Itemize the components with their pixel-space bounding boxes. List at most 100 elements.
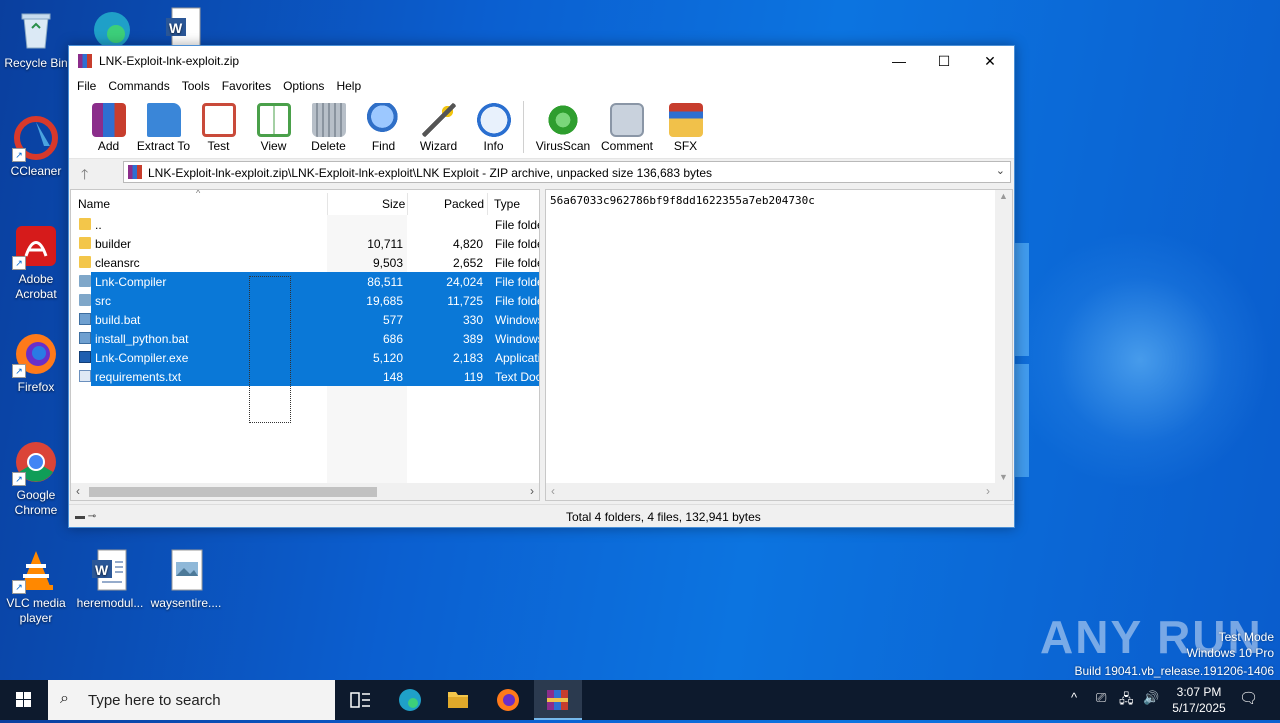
desktop-icon-word-document[interactable]: W heremodul...	[74, 548, 146, 611]
folder-icon	[79, 275, 91, 287]
volume-icon[interactable]: 🔊	[1143, 690, 1159, 706]
up-arrow-icon[interactable]: 🡑	[81, 164, 88, 188]
scroll-left-icon[interactable]: ‹	[76, 484, 80, 498]
menu-file[interactable]: File	[77, 76, 104, 96]
scroll-left-icon[interactable]: ‹	[551, 484, 555, 498]
svg-text:W: W	[95, 562, 109, 578]
file-row-src[interactable]: src 19,685 11,725 File folder	[71, 291, 539, 310]
desktop-icon-firefox[interactable]: ↗ Firefox	[0, 332, 72, 395]
taskbar-winrar[interactable]	[534, 680, 582, 720]
toolbar-separator	[523, 101, 524, 153]
column-separator	[327, 193, 328, 215]
adobe-acrobat-icon: ↗	[12, 224, 58, 270]
winrar-window: LNK-Exploit-lnk-exploit.zip — ☐ ✕ File C…	[68, 45, 1015, 528]
file-list[interactable]: Name ^ Size Packed Type .. File folder b…	[70, 189, 540, 501]
file-row-install-python-bat[interactable]: install_python.bat 686 389 Windows Batch…	[71, 329, 539, 348]
column-header-type[interactable]: Type	[494, 197, 520, 211]
folder-icon	[79, 256, 91, 268]
batch-file-icon	[79, 313, 91, 325]
menu-options[interactable]: Options	[283, 76, 332, 96]
find-magnifier-icon	[366, 103, 401, 137]
comment-vertical-scrollbar[interactable]: ▲ ▼	[995, 190, 1012, 483]
menu-commands[interactable]: Commands	[108, 76, 177, 96]
info-button[interactable]: Info	[466, 96, 521, 158]
file-row-parent[interactable]: .. File folder	[71, 215, 539, 234]
delete-button[interactable]: Delete	[301, 96, 356, 158]
virusscan-bug-icon	[546, 103, 580, 137]
toolbar-label: Wizard	[419, 139, 458, 153]
test-button[interactable]: Test	[191, 96, 246, 158]
comment-button[interactable]: Comment	[596, 96, 658, 158]
toolbar-label: VirusScan	[535, 139, 591, 153]
menu-help[interactable]: Help	[336, 76, 369, 96]
desktop-icon-image-file[interactable]: waysentire....	[150, 548, 222, 611]
archive-comment-text: 56a67033c962786bf9f8dd1622355a7eb204730c	[550, 194, 815, 207]
menu-favorites[interactable]: Favorites	[222, 76, 279, 96]
scroll-down-icon[interactable]: ▼	[999, 472, 1008, 482]
desktop-icon-label: Firefox	[17, 380, 55, 394]
desktop-icon-ccleaner[interactable]: ↗ CCleaner	[0, 116, 72, 179]
file-row-builder[interactable]: builder 10,711 4,820 File folder	[71, 234, 539, 253]
meet-now-icon[interactable]: ⎚	[1096, 690, 1106, 706]
add-button[interactable]: Add	[81, 96, 136, 158]
desktop-icon-google-chrome[interactable]: ↗ Google Chrome	[0, 440, 72, 518]
taskbar-edge[interactable]	[386, 680, 434, 720]
sfx-box-icon	[668, 103, 703, 137]
wizard-button[interactable]: Wizard	[411, 96, 466, 158]
column-header-size[interactable]: Size	[382, 197, 405, 211]
file-name: ..	[95, 218, 102, 232]
task-view-button[interactable]	[336, 680, 384, 720]
taskbar-file-explorer[interactable]	[434, 680, 482, 720]
close-button[interactable]: ✕	[967, 46, 1013, 76]
file-row-lnk-compiler[interactable]: Lnk-Compiler 86,511 24,024 File folder	[71, 272, 539, 291]
file-packed: 2,183	[452, 351, 483, 365]
scroll-right-icon[interactable]: ›	[530, 484, 534, 498]
file-row-build-bat[interactable]: build.bat 577 330 Windows Batch File	[71, 310, 539, 329]
comment-horizontal-scrollbar[interactable]: ‹ ›	[546, 483, 1012, 500]
file-packed: 11,725	[447, 294, 483, 308]
file-list-horizontal-scrollbar[interactable]: ‹ ›	[71, 483, 539, 500]
system-clock[interactable]: 3:07 PM 5/17/2025	[1160, 684, 1238, 716]
extract-to-button[interactable]: Extract To	[136, 96, 191, 158]
column-header-name[interactable]: Name	[78, 197, 110, 211]
file-row-requirements-txt[interactable]: requirements.txt 148 119 Text Document	[71, 367, 539, 386]
minimize-button[interactable]: —	[876, 46, 922, 76]
chevron-down-icon[interactable]: ⌄	[996, 164, 1005, 177]
file-name: src	[95, 294, 111, 308]
scroll-right-icon[interactable]: ›	[986, 484, 990, 498]
file-packed: 330	[462, 313, 483, 327]
scrollbar-thumb[interactable]	[89, 487, 377, 497]
title-bar[interactable]: LNK-Exploit-lnk-exploit.zip — ☐ ✕	[69, 46, 1014, 76]
search-placeholder: Type here to search	[88, 692, 221, 709]
column-header-packed[interactable]: Packed	[444, 197, 484, 211]
network-icon[interactable]: 🖧	[1119, 690, 1134, 712]
find-button[interactable]: Find	[356, 96, 411, 158]
desktop-icon-label: Adobe Acrobat	[15, 272, 57, 301]
wallpaper-logo-pane	[1015, 243, 1029, 356]
desktop-icon-label: Recycle Bin	[4, 56, 68, 70]
file-row-lnk-compiler-exe[interactable]: Lnk-Compiler.exe 5,120 2,183 Application	[71, 348, 539, 367]
scroll-up-icon[interactable]: ▲	[999, 191, 1008, 201]
clock-time: 3:07 PM	[1176, 685, 1222, 699]
firefox-icon: ↗	[12, 332, 58, 378]
zip-archive-icon	[128, 165, 142, 179]
show-hidden-icons-chevron-icon[interactable]: ^	[1071, 690, 1077, 705]
maximize-button[interactable]: ☐	[921, 46, 967, 76]
archive-comment-pane[interactable]: 56a67033c962786bf9f8dd1622355a7eb204730c…	[545, 189, 1013, 501]
desktop-icon-adobe-acrobat[interactable]: ↗ Adobe Acrobat	[0, 224, 72, 302]
address-bar[interactable]: LNK-Exploit-lnk-exploit.zip\LNK-Exploit-…	[123, 161, 1011, 183]
desktop-icon-recycle-bin[interactable]: Recycle Bin	[0, 8, 72, 71]
sfx-button[interactable]: SFX	[658, 96, 713, 158]
menu-tools[interactable]: Tools	[182, 76, 218, 96]
virusscan-button[interactable]: VirusScan	[530, 96, 596, 158]
word-document-icon: W	[88, 548, 132, 592]
taskbar-search-box[interactable]: ⌕ Type here to search	[48, 680, 335, 720]
file-type: File folder	[495, 237, 539, 251]
file-type: File folder	[495, 218, 539, 232]
file-row-cleansrc[interactable]: cleansrc 9,503 2,652 File folder	[71, 253, 539, 272]
view-button[interactable]: View	[246, 96, 301, 158]
notification-center-icon[interactable]: 🗨	[1239, 689, 1258, 707]
desktop-icon-vlc[interactable]: ↗ VLC media player	[0, 548, 72, 626]
start-button[interactable]	[0, 680, 48, 720]
taskbar-firefox[interactable]	[484, 680, 532, 720]
